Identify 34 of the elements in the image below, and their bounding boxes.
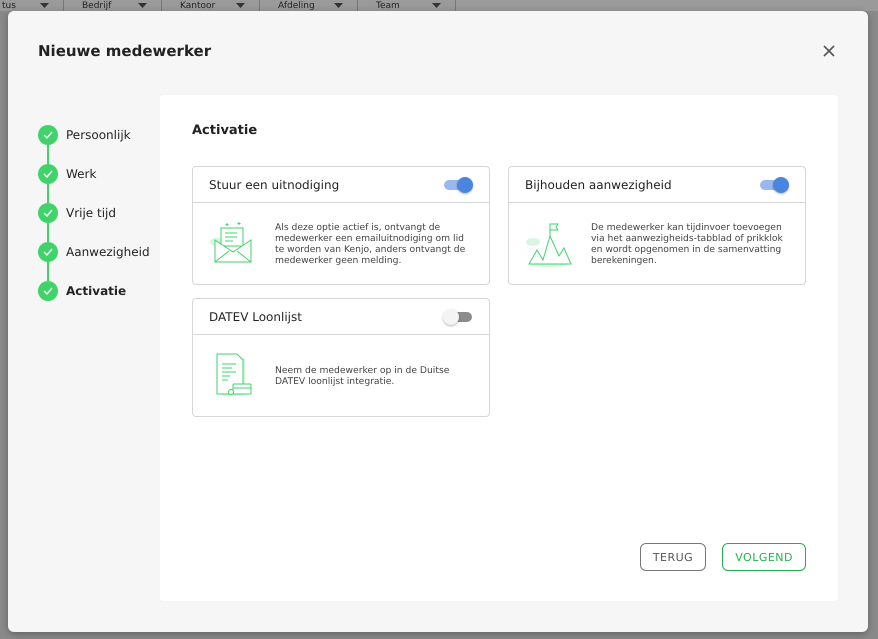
step-item[interactable]: Aanwezigheid: [38, 242, 160, 262]
close-button[interactable]: [822, 44, 836, 58]
toggle-switch[interactable]: [759, 176, 789, 194]
option-title: Stuur een uitnodiging: [209, 178, 340, 192]
column-label: Team: [376, 0, 400, 10]
caret-icon: [432, 3, 441, 8]
section-title: Activatie: [192, 123, 258, 138]
step-item[interactable]: Persoonlijk: [38, 125, 160, 145]
caret-icon: [236, 3, 245, 8]
step-label: Aanwezigheid: [66, 245, 150, 259]
column-label: tus: [2, 0, 16, 10]
step-item[interactable]: Vrije tijd: [38, 203, 160, 223]
caret-icon: [334, 3, 343, 8]
column-label: Afdeling: [278, 0, 315, 10]
caret-icon: [138, 3, 147, 8]
toggle-switch[interactable]: [443, 308, 473, 326]
step-item[interactable]: Werk: [38, 164, 160, 184]
step-item[interactable]: Activatie: [38, 281, 160, 301]
option-title: DATEV Loonlijst: [209, 310, 302, 324]
column-label: Bedrijf: [82, 0, 112, 10]
step-label: Activatie: [66, 284, 126, 298]
step-label: Vrije tijd: [66, 206, 116, 220]
step-label: Persoonlijk: [66, 128, 131, 142]
toggle-switch[interactable]: [443, 176, 473, 194]
option-description: Als deze optie actief is, ontvangt de medewerker een emailuitnodiging om lid te worden van Kenjo, anders ontvangt de medewerker geen melding.: [275, 222, 466, 266]
caret-icon: [40, 3, 49, 8]
option-description: Neem de medewerker op in de Duitse DATEV loonlijst integratie.: [275, 364, 450, 386]
column-label: Kantoor: [180, 0, 216, 10]
close-icon: [822, 44, 836, 58]
option-title: Bijhouden aanwezigheid: [525, 178, 672, 192]
back-button[interactable]: TERUG: [640, 543, 706, 571]
dialog-title: Nieuwe medewerker: [38, 42, 212, 60]
step-label: Werk: [66, 167, 96, 181]
option-description: De medewerker kan tijdinvoer toevoegen via het aanwezigheids-tabblad of prikklok en wordt opgenomen in de samenvatting berekeningen.: [591, 222, 784, 266]
